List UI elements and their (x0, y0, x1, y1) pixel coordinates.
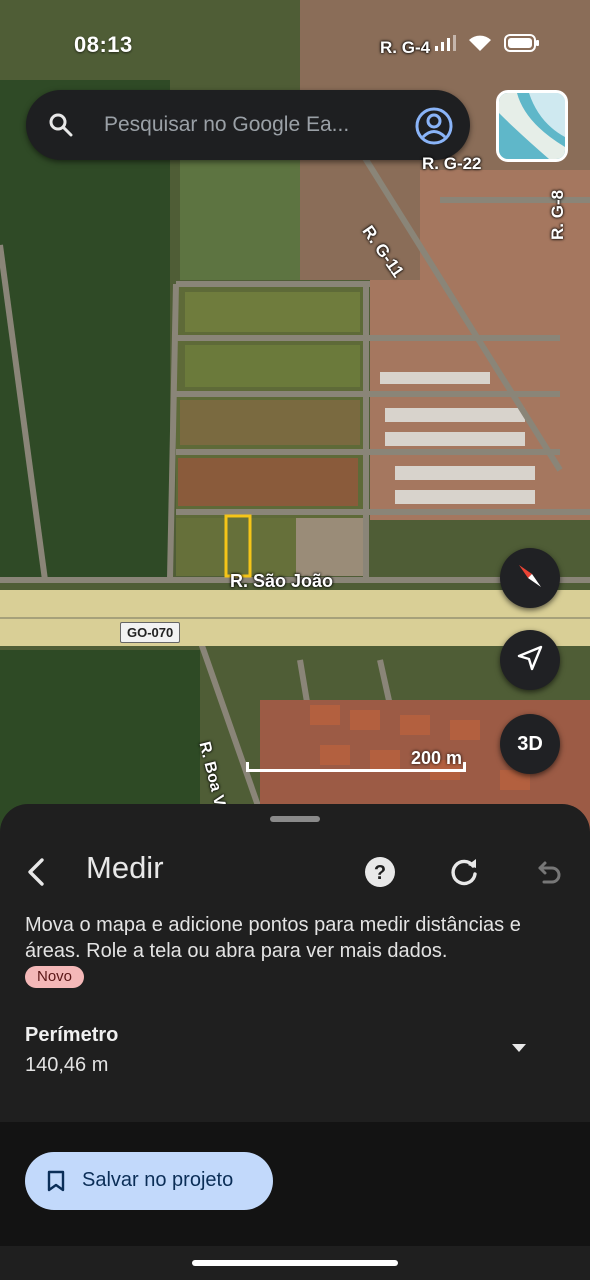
highway-shield: GO-070 (120, 622, 181, 643)
dropdown-arrow-icon[interactable] (504, 1038, 534, 1058)
map-view[interactable]: 08:13 Pesquisar no Google Ea... R. G-4 R… (0, 0, 590, 840)
wifi-icon (468, 34, 492, 57)
instructions-text: Mova o mapa e adicione pontos para medir… (25, 914, 521, 962)
home-indicator[interactable] (192, 1260, 398, 1266)
scale-label: 200 m (410, 748, 462, 768)
search-bar[interactable]: Pesquisar no Google Ea... (26, 90, 470, 160)
svg-text:?: ? (374, 862, 386, 884)
street-label-g4: R. G-4 (380, 38, 431, 57)
perimeter-label: Perímetro (25, 1024, 119, 1046)
back-chevron-icon[interactable] (18, 852, 58, 892)
sheet-title: Medir (86, 850, 164, 885)
street-label-sao-joao: R. São João (230, 571, 334, 591)
battery-icon (504, 34, 540, 57)
drag-handle[interactable] (270, 816, 320, 822)
save-to-project-button[interactable]: Salvar no projeto (25, 1152, 273, 1210)
search-icon (48, 112, 74, 138)
undo-icon[interactable] (530, 854, 566, 890)
save-footer: Salvar no projeto (0, 1122, 590, 1246)
bookmark-icon (47, 1170, 65, 1192)
navigation-arrow-icon (517, 645, 543, 676)
status-time: 08:13 (74, 32, 133, 57)
help-icon[interactable]: ? (362, 854, 398, 890)
map-layer-thumbnail[interactable] (496, 90, 568, 162)
scale-bar: 200 m (246, 748, 468, 778)
my-location-button[interactable] (500, 630, 560, 690)
refresh-icon[interactable] (446, 854, 482, 890)
search-input[interactable]: Pesquisar no Google Ea... (104, 113, 349, 137)
compass-icon (515, 561, 545, 596)
perimeter-value: 140,46 m (25, 1054, 109, 1076)
sheet-header: Medir ? (0, 844, 590, 900)
measure-bottom-sheet: Medir ? Mova o mapa e adicione pontos pa… (0, 804, 590, 1280)
status-bar: 08:13 (0, 0, 590, 80)
toggle-3d-button[interactable]: 3D (500, 714, 560, 774)
street-label-g22: R. G-22 (422, 154, 482, 173)
new-badge: Novo (25, 966, 85, 988)
signal-icon (434, 35, 456, 56)
save-button-label: Salvar no projeto (82, 1169, 234, 1191)
compass-button[interactable] (500, 548, 560, 608)
account-circle-icon[interactable] (414, 106, 454, 146)
street-label-g8: R. G-8 (548, 189, 567, 240)
